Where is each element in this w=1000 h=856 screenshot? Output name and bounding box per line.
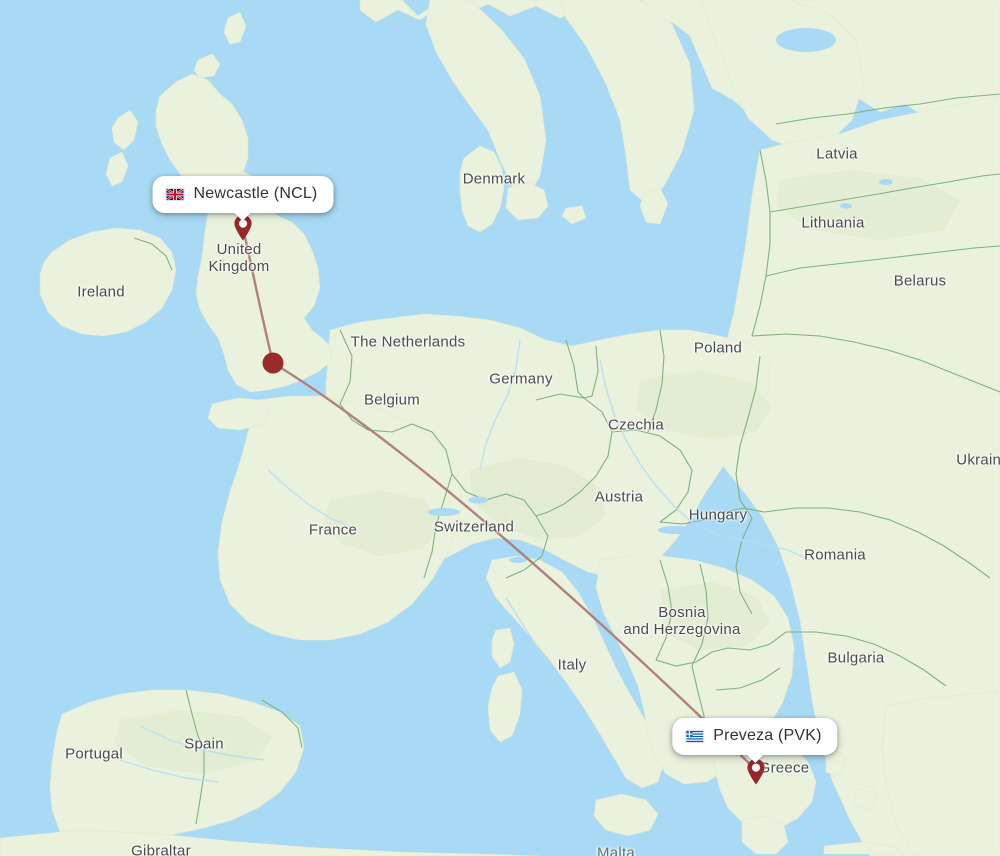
- route-waypoint-dot: [262, 352, 284, 374]
- origin-callout-label: Newcastle (NCL): [193, 185, 318, 202]
- flight-route-map[interactable]: Ireland United Kingdom Denmark The Nethe…: [0, 0, 1000, 856]
- origin-callout[interactable]: Newcastle (NCL): [152, 176, 334, 213]
- gr-flag-icon: [685, 729, 705, 743]
- gb-flag-icon: [165, 187, 185, 201]
- map-canvas: [0, 0, 1000, 856]
- destination-callout-label: Preveza (PVK): [713, 727, 822, 744]
- destination-callout[interactable]: Preveza (PVK): [672, 718, 838, 755]
